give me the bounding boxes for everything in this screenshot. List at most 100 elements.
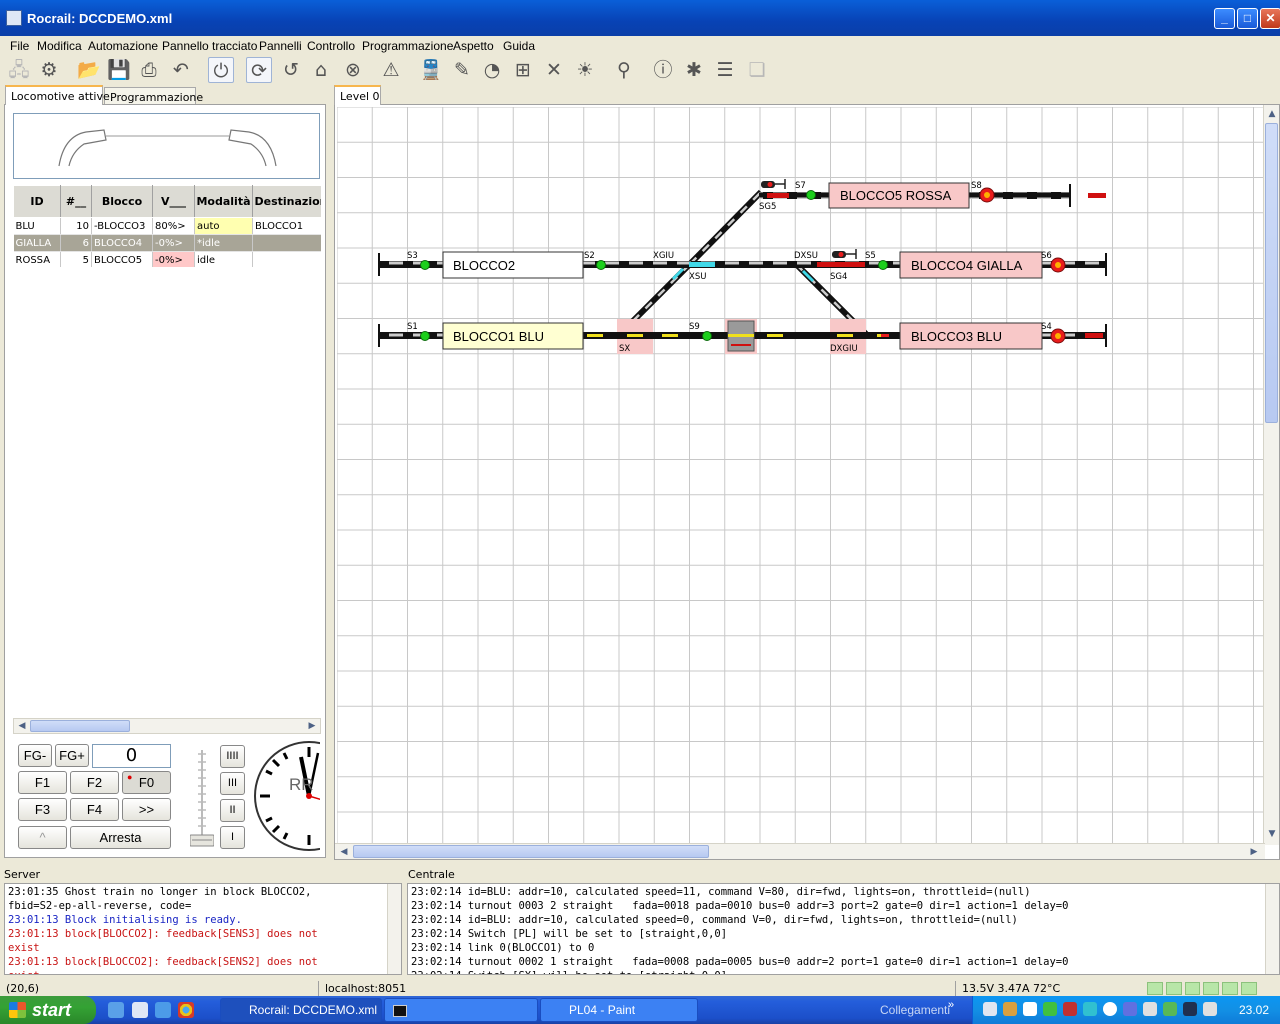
scroll-right-icon[interactable]: ▶ xyxy=(305,719,319,733)
menu-aspetto[interactable]: Aspetto xyxy=(453,39,494,53)
stop-icon[interactable]: ⊗ xyxy=(340,57,366,83)
tray-icon[interactable] xyxy=(1123,1002,1137,1016)
tray-icon[interactable] xyxy=(1083,1002,1097,1016)
task-paint[interactable]: PL04 - Paint xyxy=(540,998,698,1022)
column-header[interactable]: #__ xyxy=(60,185,92,218)
tray-icon[interactable] xyxy=(1063,1002,1077,1016)
menu-guida[interactable]: Guida xyxy=(503,39,535,53)
block-blocco1-blu[interactable]: BLOCCO1 BLU xyxy=(453,329,544,344)
track-horizontal-scrollbar[interactable]: ◀ ▶ xyxy=(335,843,1265,859)
f0-button[interactable]: ● F0 xyxy=(122,771,171,794)
tray-icon[interactable] xyxy=(983,1002,997,1016)
task-console[interactable] xyxy=(384,998,538,1022)
volume-icon[interactable] xyxy=(1143,1002,1157,1016)
tray-icon[interactable] xyxy=(1183,1002,1197,1016)
scroll-thumb[interactable] xyxy=(30,720,130,732)
speedometer-icon[interactable]: ◔ xyxy=(479,57,505,83)
track-grid[interactable]: BLOCCO5 ROSSA BLOCCO2 BLOCCO4 GIALLA BLO… xyxy=(337,107,1265,843)
gear-2-button[interactable]: II xyxy=(220,799,245,822)
f1-button[interactable]: F1 xyxy=(18,771,67,794)
column-header[interactable]: V___ xyxy=(152,185,195,218)
maximize-button[interactable]: □ xyxy=(1237,8,1258,29)
start-button[interactable]: start xyxy=(0,996,96,1024)
loco-table-scrollbar[interactable]: ◀ ▶ xyxy=(13,718,321,734)
log-scrollbar[interactable] xyxy=(1265,884,1279,974)
tab-programmazione[interactable]: Programmazione xyxy=(104,87,203,105)
bug-icon[interactable]: ✱ xyxy=(681,57,707,83)
scroll-left-icon[interactable]: ◀ xyxy=(15,719,29,733)
scroll-up-icon[interactable]: ▲ xyxy=(1265,107,1279,121)
tray-icon[interactable] xyxy=(1023,1002,1037,1016)
media-player-icon[interactable] xyxy=(132,1002,148,1018)
shuffle-icon[interactable]: ✕ xyxy=(541,57,567,83)
direction-button[interactable]: ^ xyxy=(18,826,67,849)
task-rocrail[interactable]: Rocrail: DCCDEMO.xml xyxy=(220,998,382,1022)
scroll-left-icon[interactable]: ◀ xyxy=(337,845,351,859)
column-header[interactable]: Modalità xyxy=(194,185,253,218)
reset-icon[interactable]: ↺ xyxy=(278,57,304,83)
column-header[interactable]: Blocco xyxy=(91,185,153,218)
gear-4-button[interactable]: IIII xyxy=(220,745,245,768)
table-row[interactable]: GIALLA 6 BLOCCO4 -0%> *idle xyxy=(13,234,321,252)
menu-automazione[interactable]: Automazione xyxy=(88,39,158,53)
light-icon[interactable]: ☀ xyxy=(572,57,598,83)
browser-icon[interactable] xyxy=(155,1002,171,1018)
chrome-icon[interactable] xyxy=(178,1002,194,1018)
gear-1-button[interactable]: I xyxy=(220,826,245,849)
switch-icon[interactable]: ⊞ xyxy=(510,57,536,83)
table-row[interactable]: ROSSA 5 BLOCCO5 -0%> idle xyxy=(13,251,321,267)
save-icon[interactable]: 💾 xyxy=(106,57,132,83)
menu-modifica[interactable]: Modifica xyxy=(37,39,82,53)
settings-icon[interactable]: ⚙ xyxy=(36,57,62,83)
tab-locomotive-attive[interactable]: Locomotive attive xyxy=(5,85,110,105)
menu-programmazione[interactable]: Programmazione xyxy=(362,39,453,53)
f4-button[interactable]: F4 xyxy=(70,798,119,821)
home-icon[interactable]: ⌂ xyxy=(308,57,334,83)
next-functions-button[interactable]: >> xyxy=(122,798,171,821)
open-icon[interactable]: 📂 xyxy=(76,57,102,83)
block-blocco5-rossa[interactable]: BLOCCO5 ROSSA xyxy=(840,188,952,203)
tray-icon[interactable] xyxy=(1203,1002,1217,1016)
train-icon[interactable]: 🚆 xyxy=(418,57,444,83)
minimize-button[interactable]: _ xyxy=(1214,8,1235,29)
server-log[interactable]: 23:01:35 Ghost train no longer in block … xyxy=(4,883,402,975)
column-header[interactable]: ID xyxy=(13,185,61,218)
menu-controllo[interactable]: Controllo xyxy=(307,39,355,53)
scroll-thumb[interactable] xyxy=(1265,123,1278,423)
fg-minus-button[interactable]: FG- xyxy=(18,744,52,767)
speed-slider[interactable] xyxy=(189,750,215,847)
menu-pannello-tracciato[interactable]: Pannello tracciato xyxy=(162,39,257,53)
network-icon[interactable]: 🖧 xyxy=(6,57,32,83)
close-button[interactable]: ✕ xyxy=(1260,8,1280,29)
block-blocco2[interactable]: BLOCCO2 xyxy=(453,258,515,273)
table-row[interactable]: BLU 10 -BLOCCO3 80%> auto BLOCCO1 xyxy=(13,217,321,235)
central-log[interactable]: 23:02:14 id=BLU: addr=10, calculated spe… xyxy=(407,883,1280,975)
block-blocco3-blu[interactable]: BLOCCO3 BLU xyxy=(911,329,1002,344)
links-label[interactable]: Collegamenti xyxy=(880,1003,950,1017)
warning-icon[interactable]: ⚠ xyxy=(378,57,404,83)
menu-file[interactable]: File xyxy=(10,39,29,53)
track-vertical-scrollbar[interactable]: ▲ ▼ xyxy=(1263,105,1279,845)
document-icon[interactable]: ☰ xyxy=(712,57,738,83)
zoom-icon[interactable]: ⚲ xyxy=(611,57,637,83)
column-header[interactable]: Destinazion xyxy=(252,185,321,218)
undo-icon[interactable]: ↶ xyxy=(168,57,194,83)
tray-icon[interactable] xyxy=(1103,1002,1117,1016)
loco-edit-icon[interactable]: ✎ xyxy=(449,57,475,83)
tray-icon[interactable] xyxy=(1043,1002,1057,1016)
scroll-down-icon[interactable]: ▼ xyxy=(1265,827,1279,841)
gear-3-button[interactable]: III xyxy=(220,772,245,795)
stop-button[interactable]: Arresta xyxy=(70,826,171,849)
auto-mode-icon[interactable]: ⟳ xyxy=(246,57,272,83)
menu-pannelli[interactable]: Pannelli xyxy=(259,39,302,53)
info-icon[interactable]: ⓘ xyxy=(650,57,676,83)
f3-button[interactable]: F3 xyxy=(18,798,67,821)
power-icon[interactable]: ⏻ xyxy=(208,57,234,83)
desktop-icon[interactable] xyxy=(108,1002,124,1018)
print-icon[interactable]: ⎙ xyxy=(136,57,162,83)
scroll-thumb[interactable] xyxy=(353,845,709,858)
fg-plus-button[interactable]: FG+ xyxy=(55,744,89,767)
tray-icon[interactable] xyxy=(1003,1002,1017,1016)
block-blocco4-gialla[interactable]: BLOCCO4 GIALLA xyxy=(911,258,1023,273)
log-scrollbar[interactable] xyxy=(387,884,401,974)
